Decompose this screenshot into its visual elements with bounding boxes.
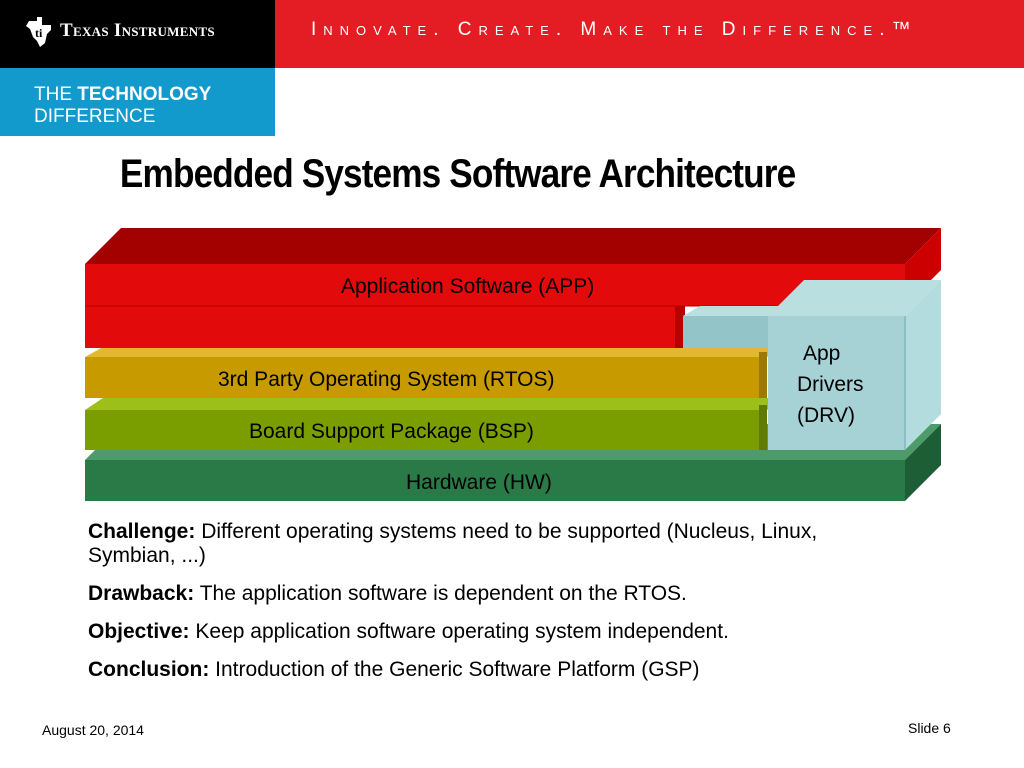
- hw-layer-label: Hardware (HW): [406, 471, 552, 494]
- slide-number: Slide 6: [908, 720, 951, 736]
- point-label: Challenge:: [88, 520, 196, 543]
- drv-label-line-2: Drivers: [797, 373, 864, 396]
- point-text: Different operating systems need to be s…: [88, 520, 818, 567]
- bsp-layer-label: Board Support Package (BSP): [249, 420, 534, 443]
- point-text: Keep application software operating syst…: [195, 620, 729, 643]
- point-label: Drawback:: [88, 582, 195, 605]
- point-label: Conclusion:: [88, 658, 210, 681]
- point-text: The application software is dependent on…: [199, 582, 687, 605]
- point-objective: Objective: Keep application software ope…: [88, 620, 908, 644]
- point-conclusion: Conclusion: Introduction of the Generic …: [88, 658, 908, 682]
- app-layer-label: Application Software (APP): [341, 275, 595, 298]
- footer-date: August 20, 2014: [42, 722, 144, 738]
- drv-label-line-1: App: [803, 342, 841, 365]
- point-label: Objective:: [88, 620, 190, 643]
- rtos-layer-label: 3rd Party Operating System (RTOS): [218, 368, 555, 391]
- key-points: Challenge: Different operating systems n…: [88, 520, 908, 696]
- point-drawback: Drawback: The application software is de…: [88, 582, 908, 606]
- drv-label-line-3: (DRV): [797, 404, 855, 427]
- point-text: Introduction of the Generic Software Pla…: [215, 658, 700, 681]
- point-challenge: Challenge: Different operating systems n…: [88, 520, 908, 568]
